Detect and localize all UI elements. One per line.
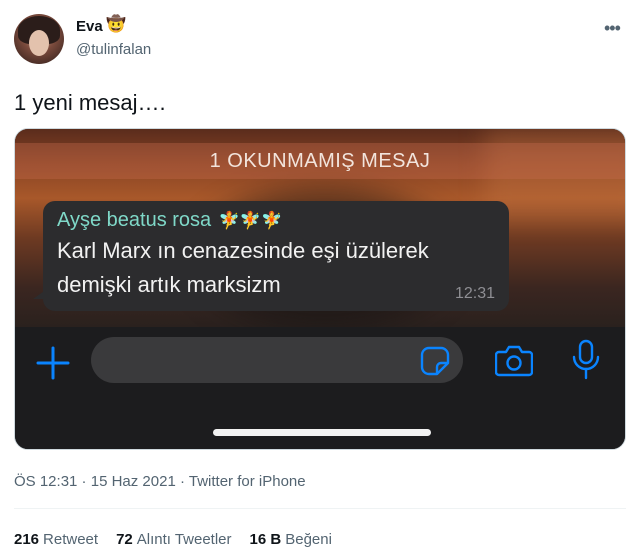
likes-label: Beğeni [285,531,332,548]
tweet-stats: 216 Retweet 72 Alıntı Tweetler 16 B Beğeni [14,531,332,548]
tweet-text: 1 yeni mesaj…. [14,90,166,115]
avatar-face [29,30,49,56]
quotes-label: Alıntı Tweetler [136,531,232,548]
message-input[interactable] [91,337,463,383]
tweet-source[interactable]: Twitter for iPhone [189,473,306,490]
chat-input-bar [15,327,625,449]
message-time: 12:31 [454,285,495,302]
message-sender: Ayşe beatus rosa 🧚🧚🧚 [57,207,495,234]
message-line-2: demişki artık marksizm [57,272,281,297]
meta-separator: · [77,473,91,490]
meta-separator: · [175,473,189,490]
tweet-media[interactable]: 1 OKUNMAMIŞ MESAJ Ayşe beatus rosa 🧚🧚🧚 K… [14,128,626,450]
retweets-label: Retweet [43,531,99,548]
tweet-meta: ÖS 12:31 · 15 Haz 2021 · Twitter for iPh… [14,473,306,490]
more-options-icon[interactable]: ••• [604,18,621,39]
chat-background: 1 OKUNMAMIŞ MESAJ Ayşe beatus rosa 🧚🧚🧚 K… [15,129,625,329]
microphone-icon[interactable] [571,339,601,381]
retweets-count: 216 [14,531,40,548]
home-indicator [213,429,431,436]
divider [14,508,626,509]
tweet-date[interactable]: 15 Haz 2021 [91,473,176,490]
avatar[interactable] [14,14,64,64]
display-name[interactable]: Eva [76,18,103,35]
likes-stat[interactable]: 16 B Beğeni [250,531,332,548]
camera-icon[interactable] [495,343,533,377]
retweets-stat[interactable]: 216 Retweet [14,531,98,548]
user-handle[interactable]: @tulinfalan [76,41,151,58]
cowboy-emoji-icon: 🤠 [106,16,126,33]
sticker-icon[interactable] [420,346,450,376]
quotes-count: 72 [116,531,133,548]
message-line-1: Karl Marx ın cenazesinde eşi üzülerek [57,238,429,263]
message-bubble[interactable]: Ayşe beatus rosa 🧚🧚🧚 Karl Marx ın cenaze… [43,201,509,311]
sender-name: Ayşe beatus rosa [57,209,212,231]
likes-count: 16 B [249,531,282,548]
quotes-stat[interactable]: 72 Alıntı Tweetler [116,531,231,548]
fairy-emoji-icon: 🧚🧚🧚 [218,211,283,230]
unread-banner: 1 OKUNMAMIŞ MESAJ [15,143,625,179]
plus-icon[interactable] [35,345,71,381]
tweet-time[interactable]: ÖS 12:31 [14,473,77,490]
